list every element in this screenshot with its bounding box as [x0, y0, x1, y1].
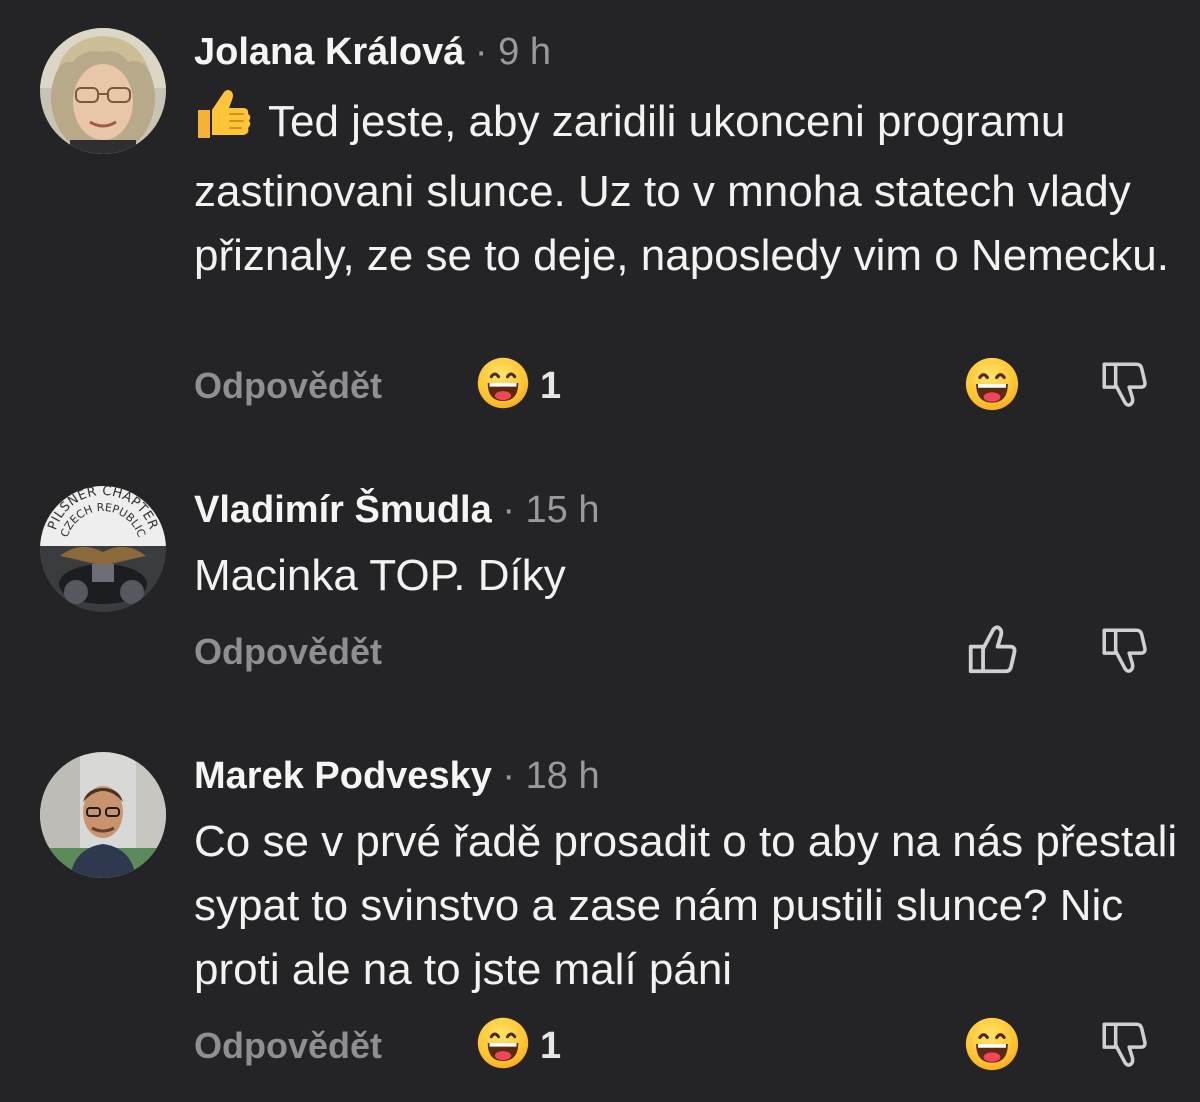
thumbs-down-icon: [1098, 358, 1150, 410]
thumbs-down-icon: [1098, 1018, 1150, 1070]
grinning-face-icon: [964, 1016, 1020, 1072]
like-button[interactable]: [964, 622, 1020, 683]
timestamp: 18 h: [525, 755, 600, 797]
reply-button[interactable]: Odpovědět: [194, 630, 382, 674]
comment-header: Marek Podvesky · 18 h: [194, 754, 600, 798]
comment-body: Ted jeste, aby zaridili ukonceni program…: [194, 97, 1169, 280]
comment-actions: Odpovědět: [0, 622, 1200, 682]
separator-dot: ·: [502, 489, 515, 531]
comment-actions: Odpovědět 1: [0, 356, 1200, 416]
dislike-button[interactable]: [1098, 624, 1150, 681]
reaction-summary[interactable]: 1: [476, 356, 561, 410]
comment-text: Co se v prvé řadě prosadit o to aby na n…: [194, 810, 1184, 1002]
separator-dot: ·: [502, 755, 516, 797]
reply-button[interactable]: Odpovědět: [194, 1024, 382, 1068]
author-name[interactable]: Jolana Králová: [194, 31, 464, 73]
thumbs-down-icon: [1098, 624, 1150, 676]
comment-header: Jolana Králová · 9 h: [194, 30, 551, 74]
dislike-button[interactable]: [1098, 1018, 1150, 1075]
thumbs-up-emoji-icon: [194, 88, 252, 160]
timestamp: 9 h: [498, 31, 551, 73]
dislike-button[interactable]: [1098, 358, 1150, 415]
grinning-face-icon: [476, 1016, 530, 1070]
reaction-count: 1: [540, 365, 562, 407]
comment-body: Co se v prvé řadě prosadit o to aby na n…: [194, 817, 1178, 994]
comment-body: Macinka TOP. Díky: [194, 551, 566, 600]
grinning-face-icon: [476, 356, 530, 410]
thumbs-up-icon: [964, 622, 1020, 678]
avatar[interactable]: [40, 28, 166, 154]
react-grin-button[interactable]: [964, 356, 1020, 417]
author-name[interactable]: Marek Podvesky: [194, 755, 492, 797]
woman-avatar-image: [40, 28, 166, 154]
reaction-count: 1: [540, 1025, 562, 1067]
comment-text: Macinka TOP. Díky: [194, 544, 1184, 608]
comment-actions: Odpovědět 1: [0, 1016, 1200, 1076]
reaction-summary[interactable]: 1: [476, 1016, 561, 1070]
separator-dot: ·: [474, 31, 488, 73]
comment-text: Ted jeste, aby zaridili ukonceni program…: [194, 88, 1184, 288]
club-logo-avatar-image: PILSNER CHAPTER CZECH REPUBLIC: [40, 486, 166, 612]
author-name[interactable]: Vladimír Šmudla: [194, 489, 492, 531]
reply-button[interactable]: Odpovědět: [194, 364, 382, 408]
avatar[interactable]: [40, 752, 166, 878]
grinning-face-icon: [964, 356, 1020, 412]
react-grin-button[interactable]: [964, 1016, 1020, 1077]
timestamp: 15 h: [525, 489, 600, 531]
comment-header: Vladimír Šmudla · 15 h: [194, 488, 600, 532]
avatar[interactable]: PILSNER CHAPTER CZECH REPUBLIC: [40, 486, 166, 612]
man-avatar-image: [40, 752, 166, 878]
